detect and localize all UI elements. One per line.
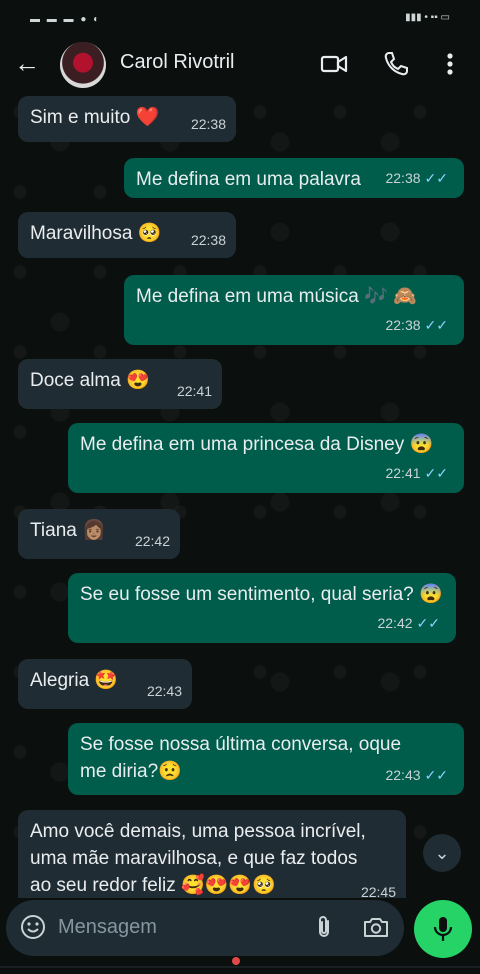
message-incoming[interactable]: Alegria 🤩 22:43 <box>18 659 192 709</box>
message-time: 22:41 <box>176 383 212 399</box>
message-outgoing[interactable]: Se eu fosse um sentimento, qual seria? 😨… <box>68 573 456 643</box>
contact-name[interactable]: Carol Rivotril <box>120 51 234 74</box>
message-text: Me defina em uma palavra <box>136 169 361 190</box>
message-time: 22:38 <box>190 116 226 132</box>
message-text: Amo você demais, uma pessoa incrível, um… <box>30 821 366 896</box>
message-outgoing[interactable]: Me defina em uma princesa da Disney 😨 22… <box>68 423 464 493</box>
message-text: Alegria 🤩 <box>30 670 119 691</box>
scroll-down-button[interactable]: ⌄ <box>423 834 461 872</box>
video-call-icon[interactable] <box>320 50 348 78</box>
message-text: Maravilhosa 🥺 <box>30 223 162 244</box>
chevron-down-icon: ⌄ <box>434 843 450 863</box>
message-time: 22:38 <box>190 232 226 248</box>
message-text: Me defina em uma música 🎶 🙈 <box>136 286 417 307</box>
message-text: Me defina em uma princesa da Disney 😨 <box>80 434 434 455</box>
message-text: Se eu fosse um sentimento, qual seria? 😨 <box>80 584 443 605</box>
more-vert-icon[interactable] <box>436 50 464 78</box>
message-text: Se fosse nossa última conversa, oque me … <box>80 734 402 782</box>
chat-header: ← Carol Rivotril <box>0 36 480 92</box>
avatar[interactable] <box>60 42 106 88</box>
message-time: 22:45 <box>360 884 396 898</box>
message-outgoing[interactable]: Se fosse nossa última conversa, oque me … <box>68 723 464 795</box>
message-incoming[interactable]: Doce alma 😍 22:41 <box>18 359 222 409</box>
message-time: 22:38 ✓✓ <box>385 317 448 333</box>
status-right-icons: ▮▮▮ • ▪▪ ▭ <box>405 12 450 23</box>
emoji-icon[interactable] <box>20 914 46 940</box>
read-ticks-icon: ✓✓ <box>424 767 448 783</box>
message-input[interactable]: Mensagem <box>6 900 404 956</box>
message-time: 22:43 <box>146 683 182 699</box>
read-ticks-icon: ✓✓ <box>416 615 440 631</box>
message-time: 22:43 ✓✓ <box>385 767 448 783</box>
phone-icon[interactable] <box>382 50 410 78</box>
message-incoming[interactable]: Tiana 👩🏽 22:42 <box>18 509 180 559</box>
composer-bar: Mensagem <box>0 898 480 974</box>
message-time: 22:42 ✓✓ <box>377 615 440 631</box>
attach-icon[interactable] <box>312 915 336 939</box>
message-outgoing[interactable]: Me defina em uma música 🎶 🙈 22:38 ✓✓ <box>124 275 464 345</box>
camera-icon[interactable] <box>362 915 390 939</box>
mic-icon <box>433 917 453 941</box>
status-left-icons: ▬ ▬ ▬ ● ◐ <box>30 14 102 25</box>
message-text: Doce alma 😍 <box>30 370 150 391</box>
message-placeholder: Mensagem <box>58 916 157 938</box>
nav-indicator <box>232 957 240 965</box>
read-ticks-icon: ✓✓ <box>424 317 448 333</box>
message-incoming[interactable]: Amo você demais, uma pessoa incrível, um… <box>18 810 406 898</box>
message-incoming[interactable]: Maravilhosa 🥺 22:38 <box>18 212 236 258</box>
read-ticks-icon: ✓✓ <box>424 170 448 186</box>
status-bar: ▬ ▬ ▬ ● ◐ ▮▮▮ • ▪▪ ▭ <box>0 0 480 36</box>
read-ticks-icon: ✓✓ <box>424 465 448 481</box>
gesture-bar <box>0 966 480 968</box>
message-time: 22:38 ✓✓ <box>385 170 448 186</box>
chat-area[interactable]: Sim e muito ❤️ 22:38 Me defina em uma pa… <box>0 92 480 898</box>
message-incoming[interactable]: Sim e muito ❤️ 22:38 <box>18 96 236 142</box>
message-text: Sim e muito ❤️ <box>30 107 160 128</box>
message-time: 22:41 ✓✓ <box>385 465 448 481</box>
message-text: Tiana 👩🏽 <box>30 520 106 541</box>
message-outgoing[interactable]: Me defina em uma palavra 22:38 ✓✓ <box>124 158 464 198</box>
message-time: 22:42 <box>134 533 170 549</box>
back-arrow-icon[interactable]: ← <box>12 48 42 78</box>
mic-button[interactable] <box>414 900 472 958</box>
